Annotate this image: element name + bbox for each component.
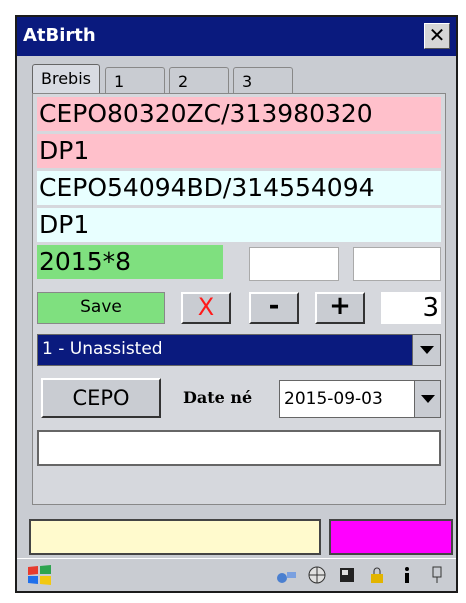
plus-button[interactable]: + xyxy=(315,292,365,324)
count-display: 3 xyxy=(381,292,441,324)
father-code-field[interactable]: DP1 xyxy=(37,208,441,242)
assistance-select[interactable]: 1 - Unassisted xyxy=(37,334,441,366)
status-box-yellow xyxy=(29,519,321,555)
system-tray xyxy=(258,563,448,587)
window-title: AtBirth xyxy=(23,25,96,46)
chevron-down-icon[interactable] xyxy=(414,381,440,417)
extra-field-1[interactable] xyxy=(249,247,339,281)
windows-logo-icon[interactable] xyxy=(25,563,55,587)
minus-button[interactable]: - xyxy=(249,292,299,324)
app-window: AtBirth ✕ Brebis 1 2 3 CEPO80320ZC/31398… xyxy=(15,15,458,593)
info-icon[interactable] xyxy=(396,564,418,586)
taskbar xyxy=(17,558,456,591)
network-icon[interactable] xyxy=(276,564,298,586)
close-button[interactable]: ✕ xyxy=(424,23,450,49)
mother-code-field[interactable]: DP1 xyxy=(37,134,441,168)
globe-icon[interactable] xyxy=(306,564,328,586)
tab-2[interactable]: 2 xyxy=(169,67,229,95)
date-label: Date né xyxy=(183,388,253,407)
mother-id-field[interactable]: CEPO80320ZC/313980320 xyxy=(37,97,441,131)
father-id-field[interactable]: CEPO54094BD/314554094 xyxy=(37,171,441,205)
tab-1[interactable]: 1 xyxy=(105,67,165,95)
title-bar: AtBirth ✕ xyxy=(17,17,456,56)
tab-3[interactable]: 3 xyxy=(233,67,293,95)
delete-button[interactable]: X xyxy=(181,292,231,324)
notes-input[interactable] xyxy=(37,430,441,466)
lock-icon[interactable] xyxy=(366,564,388,586)
status-box-magenta xyxy=(329,519,453,555)
date-picker[interactable]: 2015-09-03 xyxy=(279,380,441,418)
cepo-button[interactable]: CEPO xyxy=(41,378,161,418)
birth-code-field[interactable]: 2015*8 xyxy=(37,245,223,279)
date-value: 2015-09-03 xyxy=(284,389,383,409)
chevron-down-icon[interactable] xyxy=(412,335,440,365)
tab-strip: Brebis 1 2 3 xyxy=(17,61,456,95)
tab-panel: CEPO80320ZC/313980320 DP1 CEPO54094BD/31… xyxy=(32,93,446,505)
tab-brebis[interactable]: Brebis xyxy=(32,64,100,95)
power-icon[interactable] xyxy=(426,564,448,586)
save-button[interactable]: Save xyxy=(37,292,165,324)
extra-field-2[interactable] xyxy=(353,247,441,281)
assistance-select-value: 1 - Unassisted xyxy=(42,339,163,359)
card-icon[interactable] xyxy=(336,564,358,586)
